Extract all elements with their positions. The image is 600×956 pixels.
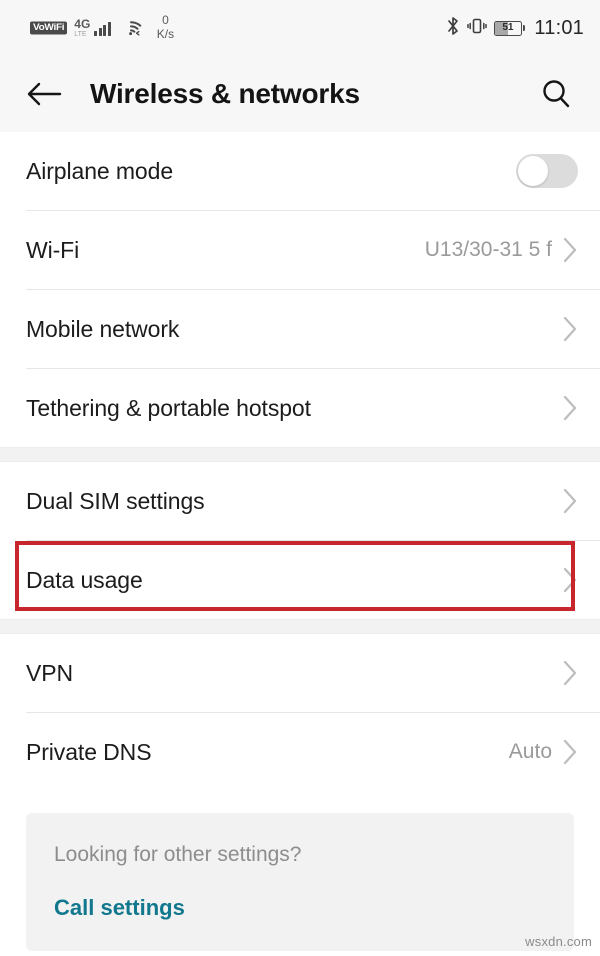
network-subtype: LTE bbox=[74, 31, 87, 38]
row-label: Dual SIM settings bbox=[26, 487, 205, 514]
chevron-right-icon bbox=[562, 738, 578, 766]
other-settings-question: Looking for other settings? bbox=[54, 843, 302, 866]
section-separator bbox=[0, 619, 600, 634]
status-bar: VoWiFi 4G LTE 0 K/s 51 11:01 bbox=[0, 0, 600, 56]
status-bar-right: 51 11:01 bbox=[446, 16, 584, 41]
settings-group-connectivity: Airplane mode Wi-Fi U13/30-31 5 f Mobile… bbox=[0, 132, 600, 447]
status-bar-left: VoWiFi 4G LTE 0 K/s bbox=[30, 13, 175, 42]
row-value: Auto bbox=[508, 740, 552, 763]
bluetooth-icon bbox=[446, 16, 460, 41]
row-label: Airplane mode bbox=[26, 157, 174, 184]
battery-icon: 51 bbox=[493, 20, 526, 36]
network-generation: 4G bbox=[74, 17, 91, 31]
row-wifi[interactable]: Wi-Fi U13/30-31 5 f bbox=[0, 211, 600, 289]
search-button[interactable] bbox=[534, 72, 578, 116]
row-private-dns[interactable]: Private DNS Auto bbox=[0, 713, 600, 791]
row-tethering-hotspot[interactable]: Tethering & portable hotspot bbox=[0, 369, 600, 447]
chevron-right-icon bbox=[562, 236, 578, 264]
row-data-usage[interactable]: Data usage bbox=[0, 541, 600, 619]
section-separator bbox=[0, 447, 600, 462]
row-vpn[interactable]: VPN bbox=[0, 634, 600, 712]
chevron-right-icon bbox=[562, 315, 578, 343]
chevron-right-icon bbox=[562, 487, 578, 515]
other-settings-card: Looking for other settings? Call setting… bbox=[26, 813, 574, 951]
row-label: Mobile network bbox=[26, 315, 180, 342]
row-mobile-network[interactable]: Mobile network bbox=[0, 290, 600, 368]
toggle-knob bbox=[518, 156, 548, 186]
network-type-label: 4G LTE bbox=[74, 18, 90, 38]
wifi-icon bbox=[120, 20, 142, 36]
chevron-right-icon bbox=[562, 566, 578, 594]
airplane-mode-toggle[interactable] bbox=[516, 154, 578, 188]
chevron-right-icon bbox=[562, 659, 578, 687]
footer-section: Looking for other settings? Call setting… bbox=[0, 791, 600, 951]
watermark-label: wsxdn.com bbox=[525, 934, 592, 949]
signal-bars-icon bbox=[94, 21, 111, 36]
row-value: U13/30-31 5 f bbox=[424, 238, 552, 261]
settings-group-sim-data: Dual SIM settings Data usage bbox=[0, 462, 600, 619]
row-label: Data usage bbox=[26, 566, 143, 593]
battery-percent-label: 51 bbox=[502, 22, 514, 33]
settings-group-vpn-dns: VPN Private DNS Auto bbox=[0, 634, 600, 791]
vibrate-icon bbox=[467, 16, 487, 41]
clock-label: 11:01 bbox=[534, 16, 584, 39]
data-rate-value: 0 bbox=[162, 13, 169, 28]
data-rate-indicator: 0 K/s bbox=[156, 13, 175, 42]
page-title: Wireless & networks bbox=[90, 78, 360, 109]
search-icon bbox=[543, 80, 570, 108]
vowifi-badge: VoWiFi bbox=[30, 21, 68, 35]
app-bar: Wireless & networks bbox=[0, 56, 600, 132]
row-label: Private DNS bbox=[26, 738, 152, 765]
data-rate-unit: K/s bbox=[156, 27, 175, 41]
chevron-right-icon bbox=[562, 394, 578, 422]
row-label: Wi-Fi bbox=[26, 236, 80, 263]
row-label: Tethering & portable hotspot bbox=[26, 394, 311, 421]
arrow-left-icon bbox=[27, 82, 62, 106]
row-airplane-mode[interactable]: Airplane mode bbox=[0, 132, 600, 210]
back-button[interactable] bbox=[26, 72, 70, 116]
row-dual-sim-settings[interactable]: Dual SIM settings bbox=[0, 462, 600, 540]
row-label: VPN bbox=[26, 659, 73, 686]
call-settings-link[interactable]: Call settings bbox=[54, 895, 185, 921]
